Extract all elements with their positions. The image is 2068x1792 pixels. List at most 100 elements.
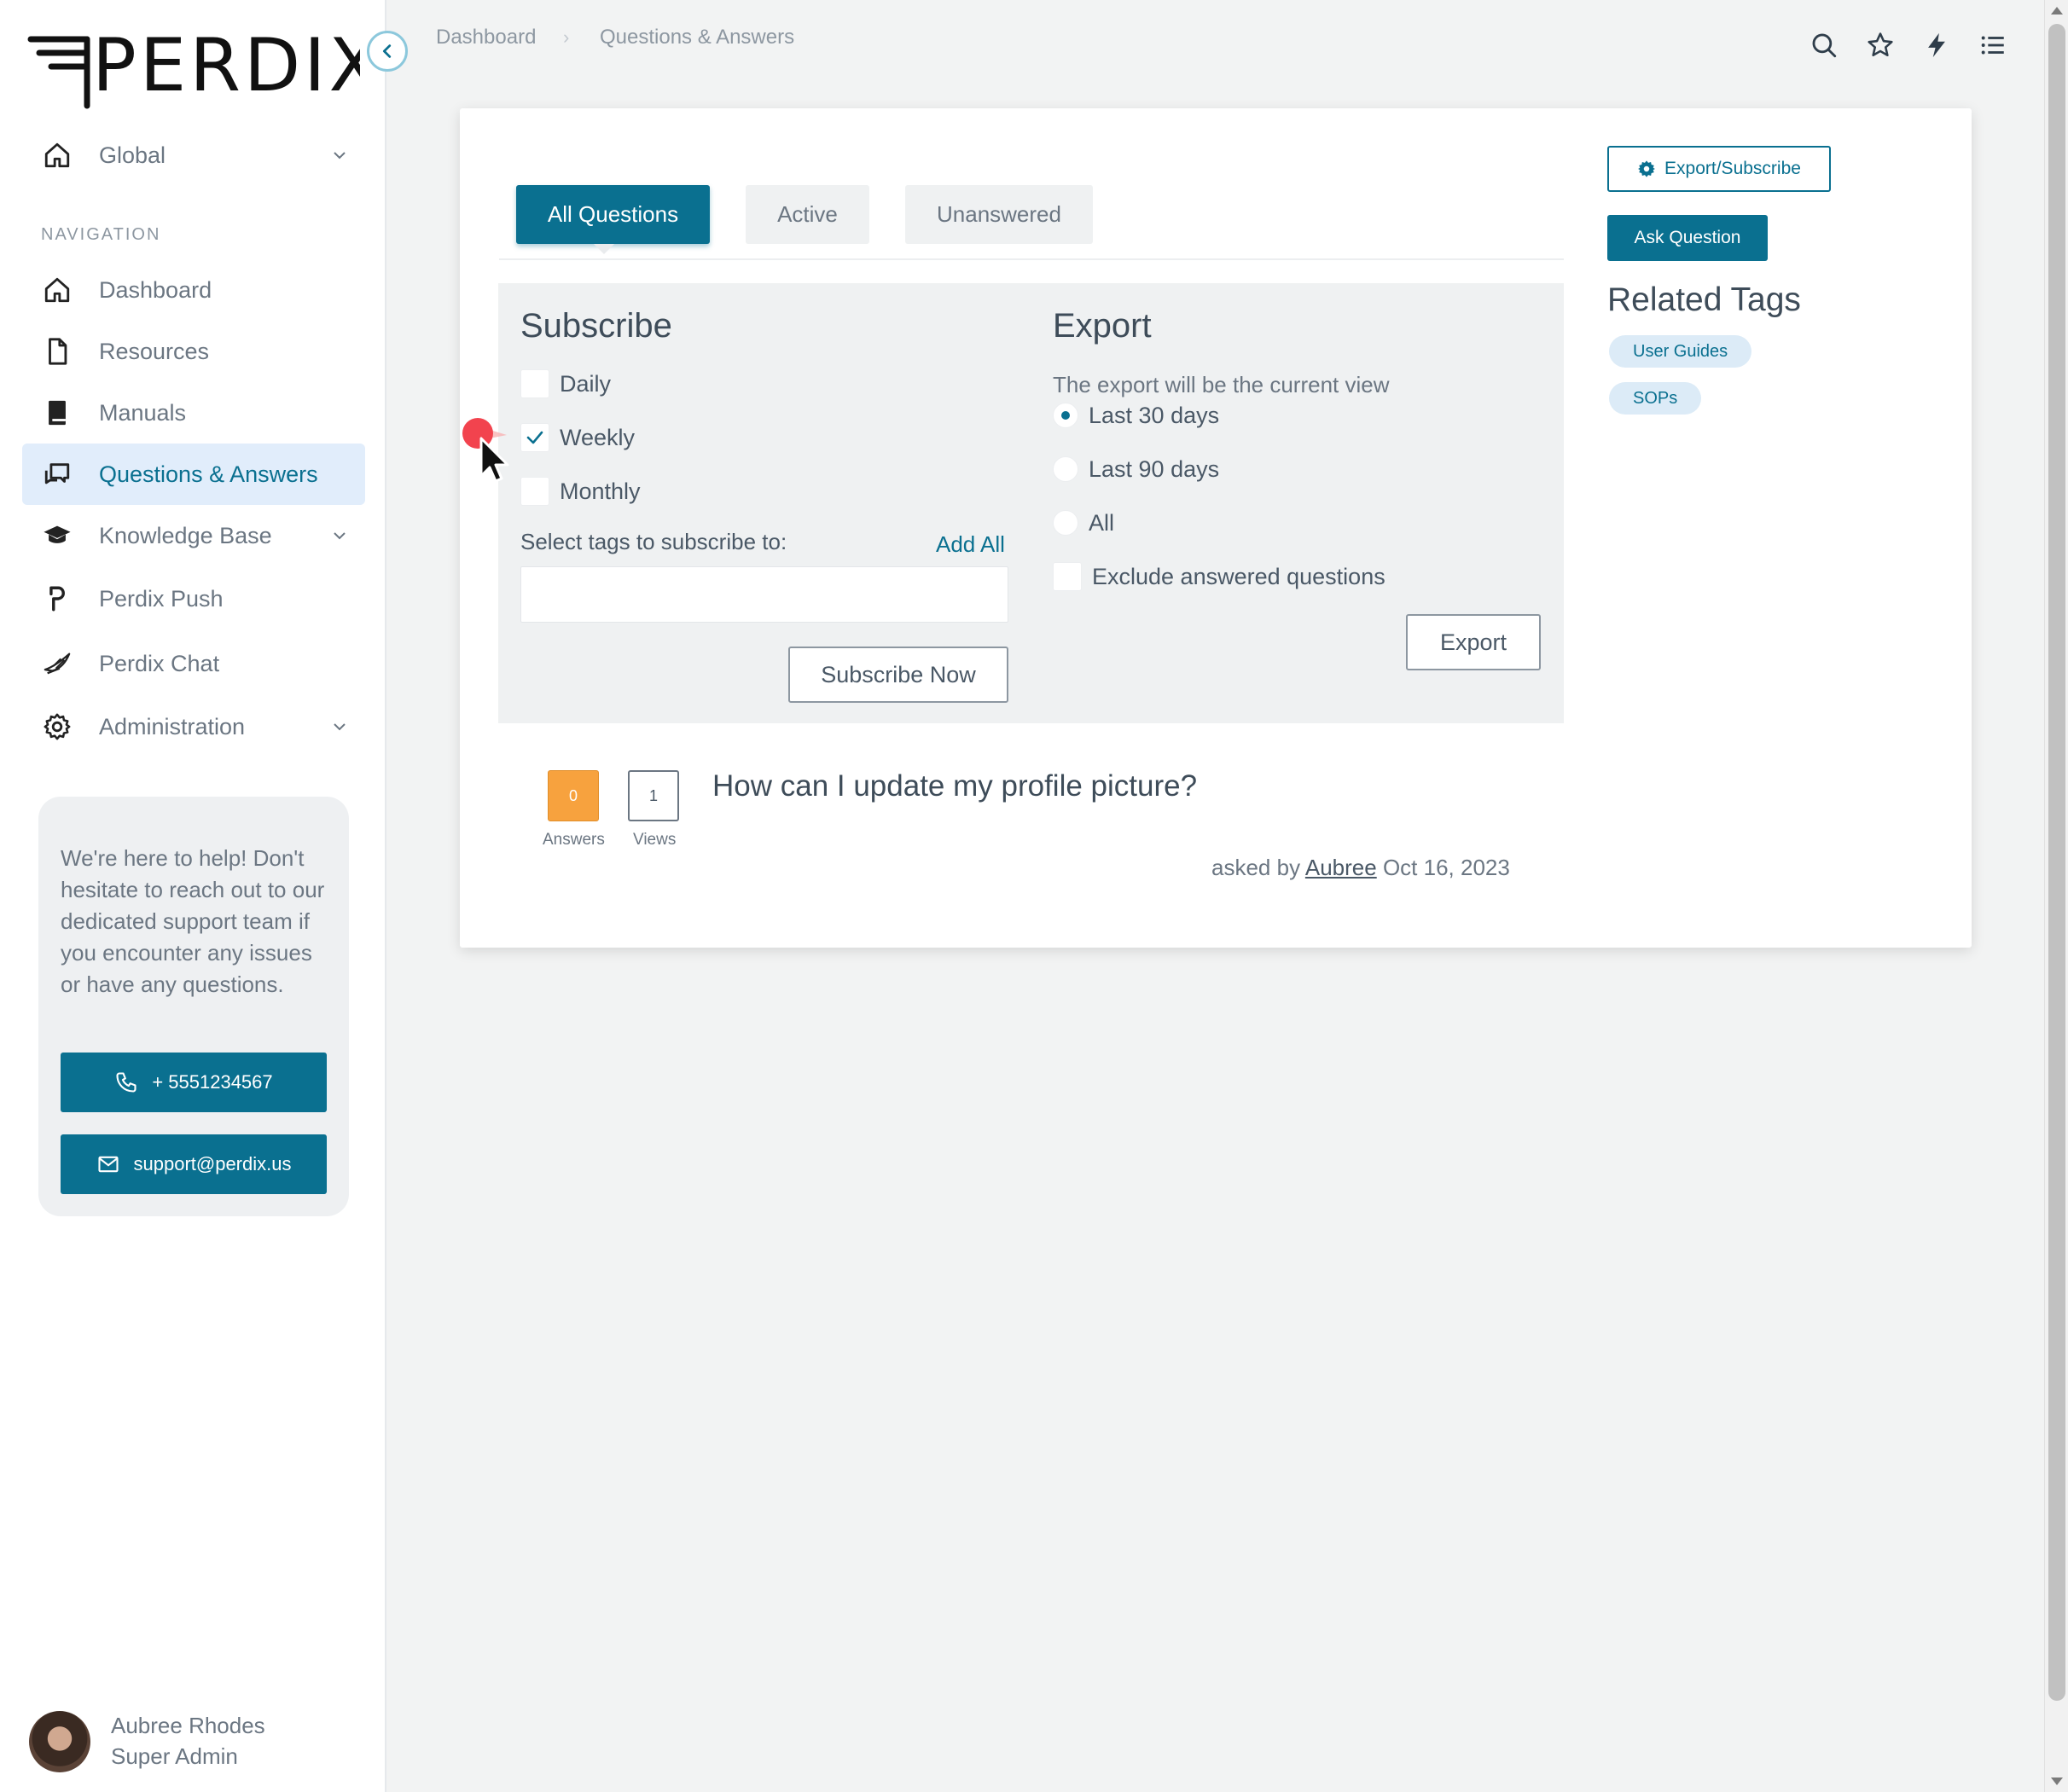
tags-label: Select tags to subscribe to: bbox=[520, 529, 787, 554]
subscribe-title: Subscribe bbox=[520, 307, 672, 345]
tab-all-questions[interactable]: All Questions bbox=[516, 185, 710, 244]
home-icon bbox=[41, 274, 73, 306]
search-button[interactable] bbox=[1808, 29, 1840, 61]
sidebar-item-administration[interactable]: Administration bbox=[22, 696, 365, 757]
scroll-thumb[interactable] bbox=[2048, 24, 2065, 1701]
email-button[interactable]: support@perdix.us bbox=[61, 1134, 327, 1194]
sidebar-item-perdix-push[interactable]: Perdix Push bbox=[22, 568, 365, 629]
gear-icon bbox=[41, 710, 73, 743]
sidebar: PERDIX Global NAVIGATION Dashboard Resou… bbox=[0, 0, 408, 1792]
ask-question-button[interactable]: Ask Question bbox=[1607, 215, 1768, 261]
related-tags-title: Related Tags bbox=[1607, 281, 1801, 318]
breadcrumb-dashboard[interactable]: Dashboard bbox=[436, 26, 536, 49]
last-30-days-radio[interactable] bbox=[1053, 403, 1078, 428]
user-name: Aubree Rhodes bbox=[111, 1713, 265, 1738]
nav-section-label: NAVIGATION bbox=[41, 225, 161, 244]
tag-user-guides[interactable]: User Guides bbox=[1609, 335, 1752, 368]
sidebar-item-label: Dashboard bbox=[99, 276, 212, 303]
monthly-option[interactable]: Monthly bbox=[520, 474, 641, 508]
sidebar-item-label: Global bbox=[99, 142, 166, 168]
home-icon bbox=[41, 139, 73, 171]
tag-sops[interactable]: SOPs bbox=[1609, 382, 1702, 415]
question-date: Oct 16, 2023 bbox=[1382, 855, 1510, 880]
range-all[interactable]: All bbox=[1053, 506, 1114, 540]
list-icon bbox=[1981, 36, 2004, 55]
user-profile[interactable]: Aubree Rhodes Super Admin bbox=[29, 1711, 370, 1774]
subscribe-now-button[interactable]: Subscribe Now bbox=[788, 647, 1008, 703]
last-90-days-label: Last 90 days bbox=[1089, 455, 1220, 482]
file-icon bbox=[41, 335, 73, 368]
sidebar-item-label: Manuals bbox=[99, 399, 187, 426]
favorites-button[interactable] bbox=[1864, 29, 1897, 61]
phone-number: + 5551234567 bbox=[152, 1071, 273, 1093]
export-subscribe-label: Export/Subscribe bbox=[1664, 159, 1801, 178]
monthly-checkbox[interactable] bbox=[520, 477, 549, 506]
avatar bbox=[29, 1711, 90, 1772]
chat-icon bbox=[41, 458, 73, 490]
sidebar-item-label: Perdix Chat bbox=[99, 650, 220, 676]
all-radio[interactable] bbox=[1053, 510, 1078, 536]
page-scrollbar[interactable] bbox=[2044, 0, 2068, 1792]
bird-icon bbox=[41, 647, 73, 680]
tab-divider bbox=[499, 258, 1564, 260]
daily-option[interactable]: Daily bbox=[520, 367, 611, 401]
sidebar-item-label: Perdix Push bbox=[99, 585, 224, 612]
exclude-answered-label: Exclude answered questions bbox=[1092, 563, 1385, 589]
weekly-checkbox[interactable] bbox=[520, 423, 549, 452]
sidebar-item-knowledge-base[interactable]: Knowledge Base bbox=[22, 505, 365, 566]
add-all-link[interactable]: Add All bbox=[936, 531, 1005, 558]
collapse-sidebar-button[interactable] bbox=[367, 31, 408, 72]
asked-prefix: asked by bbox=[1211, 855, 1301, 880]
sidebar-item-label: Questions & Answers bbox=[99, 461, 318, 487]
phone-icon bbox=[116, 1072, 137, 1093]
export-button[interactable]: Export bbox=[1406, 614, 1541, 670]
export-subscribe-button[interactable]: Export/Subscribe bbox=[1607, 146, 1831, 192]
tab-unanswered[interactable]: Unanswered bbox=[905, 185, 1093, 244]
daily-label: Daily bbox=[560, 370, 612, 397]
answers-count-badge: 0 bbox=[548, 770, 599, 821]
chevron-down-icon bbox=[334, 723, 346, 731]
quick-actions-button[interactable] bbox=[1920, 29, 1953, 61]
breadcrumb-current: Questions & Answers bbox=[600, 26, 795, 49]
mouse-cursor bbox=[462, 418, 509, 483]
sidebar-item-perdix-chat[interactable]: Perdix Chat bbox=[22, 633, 365, 694]
user-role: Super Admin bbox=[111, 1743, 238, 1769]
graduation-cap-icon bbox=[41, 519, 73, 552]
sidebar-item-manuals[interactable]: Manuals bbox=[22, 382, 365, 444]
perdix-logo[interactable]: PERDIX bbox=[27, 23, 379, 113]
sidebar-item-global[interactable]: Global bbox=[22, 125, 365, 186]
email-address: support@perdix.us bbox=[133, 1153, 292, 1174]
list-menu-button[interactable] bbox=[1977, 29, 2009, 61]
author-link[interactable]: Aubree bbox=[1305, 855, 1377, 880]
subscribe-export-panel bbox=[498, 283, 1564, 723]
views-label: Views bbox=[633, 831, 677, 849]
scroll-down-icon[interactable] bbox=[2051, 1778, 2063, 1785]
phone-button[interactable]: + 5551234567 bbox=[61, 1053, 327, 1112]
perdix-push-icon bbox=[41, 583, 73, 615]
sidebar-item-label: Resources bbox=[99, 338, 210, 364]
daily-checkbox[interactable] bbox=[520, 369, 549, 398]
question-title-link[interactable]: How can I update my profile picture? bbox=[712, 769, 1197, 803]
scroll-up-icon[interactable] bbox=[2051, 7, 2063, 14]
tags-input[interactable] bbox=[520, 566, 1008, 623]
sidebar-item-label: Knowledge Base bbox=[99, 522, 272, 548]
tab-active[interactable]: Active bbox=[746, 185, 869, 244]
range-last-90-days[interactable]: Last 90 days bbox=[1053, 452, 1219, 486]
sidebar-item-label: Administration bbox=[99, 713, 246, 739]
last-90-days-radio[interactable] bbox=[1053, 456, 1078, 482]
lightning-icon bbox=[1928, 32, 1945, 58]
sidebar-item-questions-answers[interactable]: Questions & Answers bbox=[22, 444, 365, 505]
checkmark-icon bbox=[526, 431, 543, 444]
exclude-answered-option[interactable]: Exclude answered questions bbox=[1053, 560, 1385, 594]
question-meta: asked by Aubree Oct 16, 2023 bbox=[1211, 855, 1510, 881]
exclude-answered-checkbox[interactable] bbox=[1053, 562, 1082, 591]
sidebar-item-dashboard[interactable]: Dashboard bbox=[22, 259, 365, 321]
answers-label: Answers bbox=[543, 831, 605, 849]
range-last-30-days[interactable]: Last 30 days bbox=[1053, 398, 1219, 432]
export-description: The export will be the current view bbox=[1053, 372, 1390, 397]
tab-caret bbox=[594, 244, 614, 254]
weekly-option[interactable]: Weekly bbox=[520, 420, 635, 455]
chevron-left-icon bbox=[382, 44, 392, 58]
support-text: We're here to help! Don't hesitate to re… bbox=[61, 845, 325, 997]
sidebar-item-resources[interactable]: Resources bbox=[22, 321, 365, 382]
